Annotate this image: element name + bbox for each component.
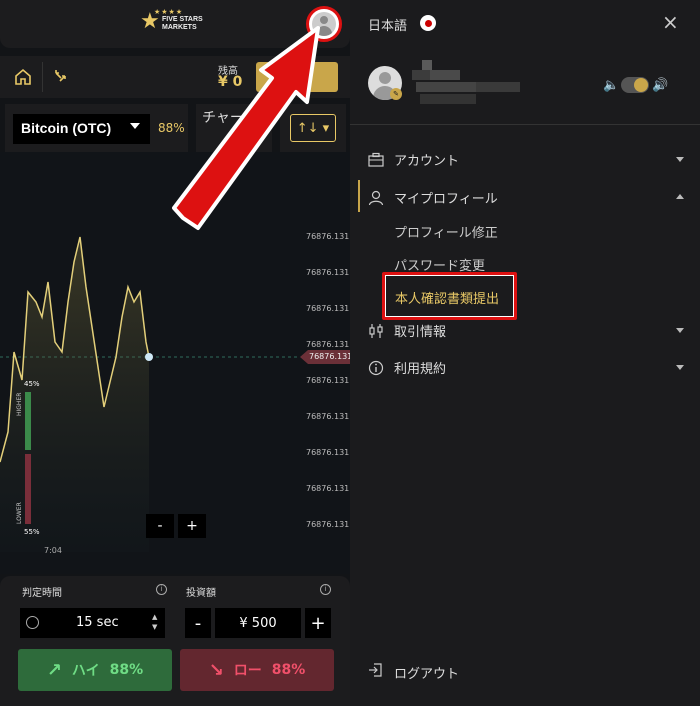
sort-arrows-icon[interactable]: ↑↓ ▾ bbox=[290, 114, 336, 142]
higher-label: HIGHER bbox=[16, 392, 23, 416]
price-axis-label: 76876.131 bbox=[306, 448, 350, 457]
chart-type-button[interactable]: チャート bbox=[196, 104, 272, 152]
info-icon bbox=[368, 360, 384, 376]
price-axis-label: 76876.131 bbox=[306, 232, 350, 241]
price-axis-label: 76876.131 bbox=[306, 376, 350, 385]
five-stars-logo: ★ ★★★★ FIVE STARS MARKETS bbox=[140, 8, 203, 34]
logout-icon bbox=[368, 662, 384, 682]
logout-button[interactable]: ログアウト bbox=[368, 662, 459, 682]
price-axis-label: 76876.131 bbox=[306, 520, 350, 529]
asset-box: Bitcoin (OTC) 88% bbox=[5, 104, 188, 152]
asset-select[interactable]: Bitcoin (OTC) bbox=[13, 114, 150, 144]
language-selector[interactable]: 日本語 bbox=[368, 15, 407, 34]
time-axis-label: 7:04 bbox=[44, 546, 62, 555]
chevron-down-icon bbox=[130, 123, 140, 129]
info-icon[interactable]: i bbox=[320, 584, 331, 595]
lower-label: LOWER bbox=[16, 502, 23, 524]
candlestick-icon bbox=[368, 323, 384, 339]
divider bbox=[350, 124, 700, 125]
chevron-up-icon bbox=[676, 194, 684, 199]
chevron-down-icon bbox=[676, 157, 684, 162]
divider bbox=[42, 62, 43, 92]
stepper-arrows-icon[interactable]: ▲ ▼ bbox=[152, 612, 157, 632]
menu-item-my-profile[interactable]: マイプロフィール bbox=[368, 188, 498, 207]
submenu-identity-verification[interactable]: 本人確認書類提出 bbox=[382, 272, 517, 320]
menu-item-terms[interactable]: 利用規約 bbox=[368, 358, 446, 377]
price-axis-label: 76876.131 bbox=[306, 268, 350, 277]
volume-icon[interactable]: 🔊 bbox=[652, 78, 668, 93]
menu-item-trade-info[interactable]: 取引情報 bbox=[368, 321, 446, 340]
user-icon bbox=[368, 190, 384, 206]
price-axis-label: 76876.131 bbox=[306, 412, 350, 421]
arrow-down-right-icon: ↘ bbox=[208, 659, 224, 681]
avatar-icon bbox=[312, 12, 336, 36]
asset-row: Bitcoin (OTC) 88% チャート ↑↓ ▾ bbox=[0, 104, 350, 152]
close-icon[interactable]: × bbox=[662, 10, 679, 34]
amount-input[interactable]: ¥ 500 bbox=[215, 608, 301, 638]
zoom-out-button[interactable]: - bbox=[146, 514, 174, 538]
japan-flag-icon[interactable] bbox=[420, 15, 436, 31]
info-icon[interactable]: i bbox=[156, 584, 167, 595]
arrow-up-right-icon: ↗ bbox=[46, 659, 62, 681]
deposit-button[interactable] bbox=[256, 62, 338, 92]
clock-icon bbox=[26, 616, 39, 629]
chevron-down-icon bbox=[676, 328, 684, 333]
duration-label: 判定時間 bbox=[22, 588, 62, 599]
trade-panel: 判定時間 i 投資額 i 15 sec ▲ ▼ - ¥ 500 + ↗ ハイ 88… bbox=[0, 576, 350, 706]
high-button[interactable]: ↗ ハイ 88% bbox=[18, 649, 172, 691]
price-axis-label: 76876.131 bbox=[306, 484, 350, 493]
price-chart[interactable]: 76876.131 76876.131 76876.131 76876.131 7687… bbox=[0, 152, 350, 574]
current-price-tag: 76876.131 bbox=[300, 350, 350, 364]
active-indicator bbox=[358, 180, 360, 212]
home-icon[interactable] bbox=[8, 62, 38, 92]
trading-app: ★ ★★★★ FIVE STARS MARKETS 残高 ¥ 0 Bitcoin… bbox=[0, 0, 350, 706]
timeframe-box: ↑↓ ▾ bbox=[280, 104, 346, 152]
mute-icon[interactable]: 🔈 bbox=[603, 78, 619, 93]
swap-icon[interactable] bbox=[46, 62, 76, 92]
edit-icon[interactable]: ✎ bbox=[390, 88, 402, 100]
user-avatar-button[interactable] bbox=[306, 6, 342, 42]
low-button[interactable]: ↘ ロー 88% bbox=[180, 649, 334, 691]
asset-payout: 88% bbox=[158, 121, 185, 135]
sound-toggle[interactable] bbox=[621, 77, 649, 93]
current-price-dot bbox=[145, 353, 153, 361]
nav-bar: 残高 ¥ 0 bbox=[0, 56, 350, 98]
amount-minus-button[interactable]: - bbox=[185, 608, 211, 638]
menu-item-account[interactable]: アカウント bbox=[368, 150, 459, 169]
amount-plus-button[interactable]: + bbox=[305, 608, 331, 638]
side-menu-panel: 日本語 × ✎ 🔈 🔊 アカウント マイプロフィール プロフィール修正 パスワー… bbox=[350, 0, 700, 706]
chart-canvas bbox=[0, 236, 300, 552]
lower-bar bbox=[25, 454, 31, 524]
balance-value: ¥ 0 bbox=[218, 74, 243, 90]
duration-input[interactable]: 15 sec ▲ ▼ bbox=[20, 608, 165, 638]
amount-label: 投資額 bbox=[186, 588, 216, 599]
blurred-username bbox=[410, 58, 530, 112]
price-axis-label: 76876.131 bbox=[306, 340, 350, 349]
briefcase-icon bbox=[368, 152, 384, 168]
chevron-down-icon bbox=[676, 365, 684, 370]
zoom-in-button[interactable]: + bbox=[178, 514, 206, 538]
lower-percentage: 55% bbox=[24, 528, 40, 536]
higher-percentage: 45% bbox=[24, 380, 40, 388]
higher-bar bbox=[25, 392, 31, 450]
submenu-edit-profile[interactable]: プロフィール修正 bbox=[394, 222, 498, 241]
price-axis-label: 76876.131 bbox=[306, 304, 350, 313]
top-bar: ★ ★★★★ FIVE STARS MARKETS bbox=[0, 0, 350, 48]
